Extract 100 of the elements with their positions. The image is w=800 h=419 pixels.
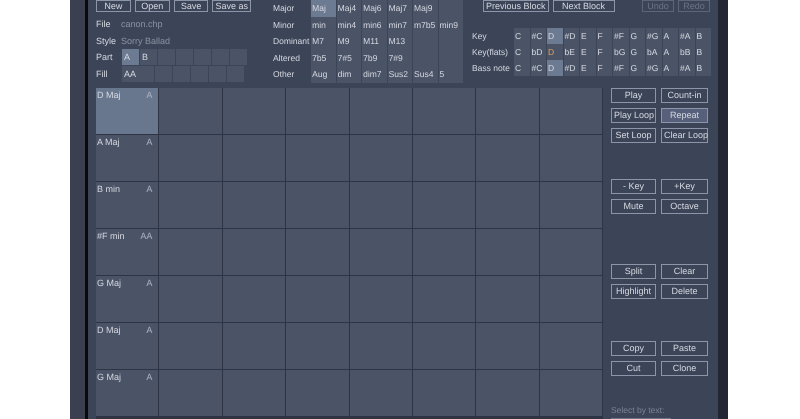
chord-cell[interactable]: #F min AA bbox=[96, 229, 158, 275]
note-option[interactable]: G bbox=[630, 44, 645, 60]
note-option[interactable]: G bbox=[630, 28, 645, 44]
chord-option[interactable]: Aug bbox=[311, 66, 336, 82]
note-option[interactable]: #A bbox=[679, 28, 694, 44]
note-option[interactable]: D bbox=[547, 28, 562, 44]
action-button[interactable]: Repeat bbox=[661, 108, 708, 123]
chord-name: A Maj bbox=[97, 137, 120, 147]
block-button[interactable]: Next Block bbox=[552, 0, 615, 12]
chord-option[interactable]: Maj bbox=[311, 0, 336, 16]
note-option[interactable]: #A bbox=[679, 60, 694, 76]
action-button[interactable]: Count-in bbox=[661, 88, 708, 103]
chord-option[interactable]: Maj9 bbox=[413, 0, 438, 16]
chord-cell[interactable]: D Maj A bbox=[96, 323, 158, 369]
action-button[interactable]: Mute bbox=[611, 199, 656, 214]
note-option[interactable]: A bbox=[662, 60, 678, 76]
chord-option[interactable]: 7b5 bbox=[311, 50, 336, 66]
note-option[interactable]: F bbox=[596, 60, 612, 76]
note-option[interactable]: #F bbox=[613, 60, 628, 76]
action-button[interactable]: Paste bbox=[661, 341, 708, 356]
chord-cell[interactable]: D Maj A bbox=[96, 88, 158, 134]
chord-option[interactable]: min6 bbox=[362, 16, 387, 33]
note-option[interactable]: B bbox=[696, 28, 711, 44]
part-option[interactable]: B bbox=[140, 49, 157, 65]
note-option[interactable]: bG bbox=[613, 44, 628, 60]
action-button[interactable]: Set Loop bbox=[611, 128, 656, 143]
chord-option[interactable]: Sus4 bbox=[413, 66, 438, 82]
note-option[interactable]: bB bbox=[679, 44, 694, 60]
note-option[interactable]: bD bbox=[530, 44, 546, 60]
part-option[interactable]: A bbox=[122, 49, 139, 65]
chord-name: D Maj bbox=[97, 325, 121, 335]
note-option[interactable]: D bbox=[547, 60, 562, 76]
note-option[interactable]: A bbox=[662, 44, 678, 60]
action-button[interactable]: Clear Loop bbox=[661, 128, 708, 143]
note-option[interactable]: bA bbox=[646, 44, 662, 60]
file-button[interactable]: New bbox=[96, 0, 131, 12]
note-option[interactable]: D bbox=[547, 44, 562, 60]
action-button[interactable]: Highlight bbox=[611, 284, 656, 299]
style-name: Sorry Ballad bbox=[121, 36, 170, 46]
chord-option[interactable]: dim bbox=[336, 66, 362, 82]
file-button[interactable]: Save as bbox=[212, 0, 252, 12]
chord-cell[interactable]: A Maj A bbox=[96, 135, 158, 181]
file-button[interactable]: Save bbox=[174, 0, 208, 12]
note-option[interactable]: bE bbox=[564, 44, 579, 60]
chord-option[interactable]: min bbox=[311, 16, 336, 33]
chord-option[interactable]: 7#5 bbox=[336, 50, 362, 66]
chord-option[interactable]: M11 bbox=[362, 33, 387, 50]
fill-option[interactable]: AA bbox=[122, 66, 154, 82]
note-option[interactable]: #F bbox=[613, 28, 628, 44]
action-button[interactable]: Octave bbox=[661, 199, 708, 214]
chord-name: D Maj bbox=[97, 90, 121, 100]
note-option[interactable]: F bbox=[596, 44, 612, 60]
action-button[interactable]: Clear bbox=[661, 264, 708, 279]
chord-option[interactable]: M13 bbox=[388, 33, 412, 50]
note-option[interactable]: A bbox=[662, 28, 678, 44]
chord-option[interactable]: Maj7 bbox=[388, 0, 412, 16]
note-option[interactable]: #G bbox=[646, 60, 662, 76]
chord-option[interactable]: dim7 bbox=[362, 66, 387, 82]
note-option[interactable]: E bbox=[580, 28, 596, 44]
chord-option[interactable]: 7b9 bbox=[362, 50, 387, 66]
action-button[interactable]: +Key bbox=[661, 179, 708, 194]
action-button[interactable]: Split bbox=[611, 264, 656, 279]
note-option[interactable]: G bbox=[630, 60, 645, 76]
action-button[interactable]: Play bbox=[611, 88, 656, 103]
chord-option[interactable]: Maj4 bbox=[336, 0, 362, 16]
chord-option[interactable]: Maj6 bbox=[362, 0, 387, 16]
chord-option[interactable]: min9 bbox=[438, 16, 463, 33]
action-button[interactable]: Delete bbox=[661, 284, 708, 299]
note-option[interactable]: #C bbox=[530, 60, 546, 76]
note-option[interactable]: E bbox=[580, 60, 596, 76]
action-button[interactable]: Cut bbox=[611, 361, 656, 376]
note-option[interactable]: #C bbox=[530, 28, 546, 44]
action-button[interactable]: Play Loop bbox=[611, 108, 656, 123]
chord-option[interactable]: M9 bbox=[336, 33, 362, 50]
chord-option[interactable]: min7 bbox=[388, 16, 412, 33]
block-button[interactable]: Previous Block bbox=[483, 0, 549, 12]
note-option[interactable]: C bbox=[514, 28, 530, 44]
chord-option[interactable]: m7b5 bbox=[413, 16, 438, 33]
chord-option[interactable]: 7#9 bbox=[388, 50, 412, 66]
note-option[interactable]: F bbox=[596, 28, 612, 44]
action-button[interactable]: Clone bbox=[661, 361, 708, 376]
chord-option[interactable]: 5 bbox=[438, 66, 463, 82]
action-button[interactable]: - Key bbox=[611, 179, 656, 194]
note-option[interactable]: C bbox=[514, 44, 530, 60]
chord-type-label: Major bbox=[273, 2, 296, 16]
action-button[interactable]: Copy bbox=[611, 341, 656, 356]
chord-option[interactable]: min4 bbox=[336, 16, 362, 33]
chord-option[interactable]: Sus2 bbox=[388, 66, 412, 82]
note-option[interactable]: #D bbox=[564, 28, 579, 44]
note-option[interactable]: #D bbox=[564, 60, 579, 76]
note-option[interactable]: B bbox=[696, 60, 711, 76]
chord-cell[interactable]: G Maj A bbox=[96, 370, 158, 416]
chord-cell[interactable]: B min A bbox=[96, 182, 158, 228]
chord-cell[interactable]: G Maj A bbox=[96, 276, 158, 322]
chord-option[interactable]: M7 bbox=[311, 33, 336, 50]
note-option[interactable]: B bbox=[696, 44, 711, 60]
note-option[interactable]: E bbox=[580, 44, 596, 60]
note-option[interactable]: C bbox=[514, 60, 530, 76]
file-button[interactable]: Open bbox=[134, 0, 170, 12]
note-option[interactable]: #G bbox=[646, 28, 662, 44]
